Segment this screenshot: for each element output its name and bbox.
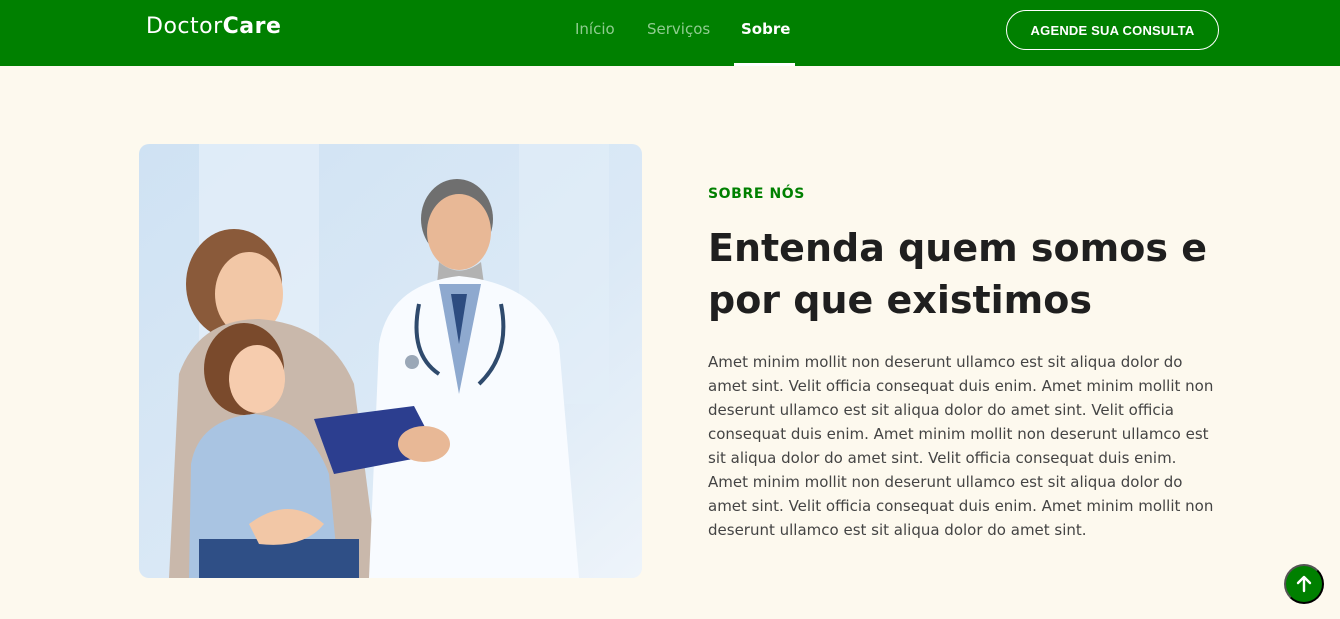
active-nav-indicator — [734, 63, 795, 66]
logo-regular-text: Doctor — [146, 14, 223, 39]
doctor-with-patients-photo — [139, 144, 642, 578]
logo-bold-text: Care — [222, 14, 282, 39]
nav-link-servicos[interactable]: Serviços — [647, 20, 710, 38]
headline-line-2: por que existimos — [708, 278, 1092, 322]
nav-link-inicio[interactable]: Início — [575, 20, 615, 38]
headline-line-1: Entenda quem somos e — [708, 226, 1207, 270]
scroll-to-top-button[interactable] — [1284, 564, 1324, 604]
section-headline: Entenda quem somos e por que existimos — [708, 222, 1228, 326]
section-body-text: Amet minim mollit non deserunt ullamco e… — [708, 353, 1214, 539]
site-logo[interactable]: DoctorCare — [146, 14, 281, 39]
top-navigation-bar: DoctorCare Início Serviços Sobre AGENDE … — [0, 0, 1340, 66]
book-appointment-button[interactable]: AGENDE SUA CONSULTA — [1006, 10, 1219, 50]
arrow-up-icon — [1296, 575, 1312, 593]
section-eyebrow: SOBRE NÓS — [708, 186, 805, 202]
nav-link-sobre[interactable]: Sobre — [741, 20, 790, 38]
